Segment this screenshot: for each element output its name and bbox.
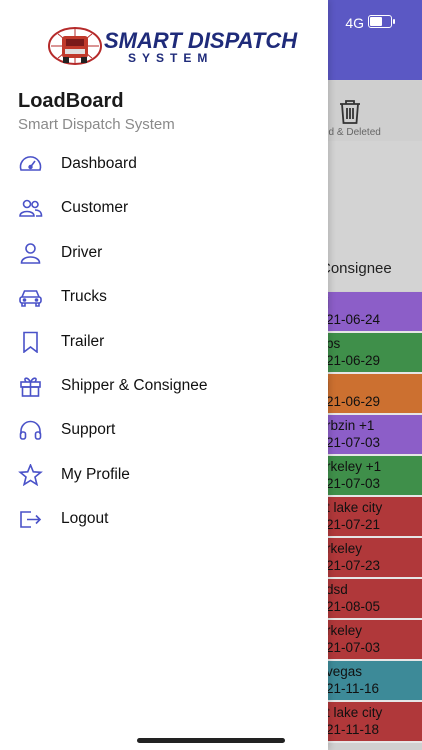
logout-icon (20, 511, 42, 528)
app-title: LoadBoard (18, 90, 124, 112)
home-indicator[interactable] (137, 738, 285, 743)
load-date: 21-07-03 (326, 476, 381, 491)
menu-item-trailer[interactable]: Trailer (0, 320, 328, 364)
load-date: 21-07-23 (326, 558, 381, 573)
load-location: rkeley +1 (326, 459, 382, 474)
logo-subtitle: SYSTEM (128, 51, 214, 65)
menu-label: Trailer (61, 332, 105, 350)
menu-label: Logout (61, 510, 109, 528)
load-location: t lake city (326, 500, 383, 515)
menu-item-driver[interactable]: Driver (0, 231, 328, 275)
menu-label: Support (61, 421, 116, 439)
drawer-menu: Dashboard Customer Driver Trucks Trailer… (0, 142, 328, 542)
menu-item-shipper-consignee[interactable]: Shipper & Consignee (0, 364, 328, 408)
menu-label: Customer (61, 199, 129, 217)
people-icon (19, 200, 43, 218)
load-date: 21-07-03 (326, 640, 381, 655)
load-location: rbzin +1 (326, 418, 375, 433)
menu-label: Driver (61, 243, 103, 261)
app-subtitle: Smart Dispatch System (18, 116, 175, 133)
load-date: 21-06-29 (326, 353, 381, 368)
menu-item-dashboard[interactable]: Dashboard (0, 142, 328, 186)
menu-item-support[interactable]: Support (0, 408, 328, 452)
menu-label: Shipper & Consignee (61, 376, 208, 394)
bookmark-icon (23, 331, 38, 353)
network-status: 4G (345, 15, 364, 31)
load-date: 21-06-24 (326, 312, 381, 327)
speedometer-icon (19, 156, 42, 171)
load-date: 21-06-29 (326, 394, 381, 409)
menu-label: Trucks (61, 288, 107, 306)
menu-label: Dashboard (61, 155, 137, 172)
person-icon (20, 242, 41, 264)
load-date: 21-11-16 (326, 681, 380, 696)
logo: SMART DISPATCH SYSTEM (48, 24, 297, 70)
menu-item-logout[interactable]: Logout (0, 497, 328, 541)
load-location: rkeley (326, 541, 363, 556)
headphones-icon (19, 421, 42, 441)
truck-logo-icon (48, 27, 102, 65)
load-location: t lake city (326, 705, 383, 720)
load-date: 21-07-03 (326, 435, 381, 450)
load-location: rkeley (326, 623, 363, 638)
menu-item-my-profile[interactable]: My Profile (0, 453, 328, 497)
car-icon (19, 290, 42, 307)
menu-item-customer[interactable]: Customer (0, 186, 328, 230)
load-location: dsd (326, 582, 348, 597)
gift-icon (20, 377, 41, 397)
battery-icon (368, 15, 395, 28)
load-date: 21-11-18 (326, 722, 380, 737)
load-location: ps (326, 336, 341, 351)
tab-consignee[interactable]: Consignee (320, 260, 392, 277)
navigation-drawer: SMART DISPATCH SYSTEM LoadBoard Smart Di… (0, 0, 328, 750)
load-location: vegas (326, 664, 363, 679)
star-icon (18, 463, 43, 486)
load-date: 21-07-21 (326, 517, 381, 532)
trash-icon[interactable] (336, 98, 364, 126)
menu-label: My Profile (61, 465, 130, 483)
menu-item-trucks[interactable]: Trucks (0, 275, 328, 319)
load-date: 21-08-05 (326, 599, 381, 614)
